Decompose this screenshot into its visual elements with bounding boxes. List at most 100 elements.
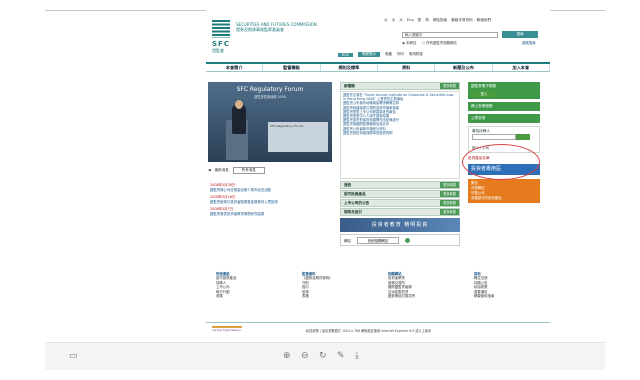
download-icon[interactable]: ⤓ bbox=[355, 351, 359, 361]
font-size-small-link[interactable]: 大 bbox=[384, 18, 388, 23]
nav-rules[interactable]: 規則及標準 bbox=[321, 64, 378, 71]
footer-link[interactable]: 表格 bbox=[302, 294, 378, 298]
font-size-large-link[interactable]: 大 bbox=[399, 18, 403, 23]
zoom-out-icon[interactable]: ⊖ bbox=[301, 351, 309, 361]
traditional-chinese-link[interactable]: 繁 bbox=[418, 18, 422, 23]
scope-radio-all[interactable]: ○ 所有證監會相關網站 bbox=[422, 40, 457, 45]
rotate-icon[interactable]: ↻ bbox=[319, 351, 327, 361]
print-link[interactable]: 列印 bbox=[397, 52, 404, 57]
utility-row: RSS 電郵提示 收藏 列印 常用詞彙 bbox=[338, 52, 423, 57]
e-services-title: 證監會電子服務 bbox=[471, 84, 497, 88]
banner-nav: ◀ 最新消息 所有消息 bbox=[208, 166, 332, 174]
save-icon[interactable]: ▭ bbox=[69, 351, 78, 361]
search-input[interactable]: 輸入關鍵字 bbox=[402, 32, 498, 38]
footer-col-other: 其他 職位空缺 採購公告 私隱政策 重要通告 網頁使用指南 bbox=[464, 272, 550, 298]
scope-site-label: 本網站 bbox=[406, 41, 417, 45]
logo-bars-icon bbox=[212, 20, 230, 38]
public-register-box[interactable]: 公眾查冊 bbox=[468, 114, 540, 123]
nav-regulatory[interactable]: 監管職能 bbox=[263, 64, 321, 71]
press-release-title: 新聞稿 bbox=[344, 84, 355, 88]
nav-info[interactable]: 資料 bbox=[378, 64, 436, 71]
news-type-select[interactable]: 所有消息 bbox=[232, 166, 265, 174]
news-link[interactable]: 證監會與公司註冊處合辦十周年紀念活動 bbox=[210, 188, 332, 193]
section-title: 認可投資產品 bbox=[344, 192, 366, 196]
news-link[interactable]: 證監會發表投資者教育專題研究結果 bbox=[210, 212, 332, 217]
footer-link[interactable]: 網頁使用指南 bbox=[474, 294, 550, 298]
sfc-logo[interactable]: SFC 證監會 bbox=[212, 20, 230, 58]
footer-col-related: 相關網站 投資者教育 香港交易所 國際證監會組織 亞洲區委員會 證券業檢討委員會 bbox=[378, 272, 464, 298]
footer-col-regulatory: 監管資料 《證券及期貨條例》 守則 指引 諮詢 表格 bbox=[292, 272, 378, 298]
warning-link[interactable]: 未獲認可的投資產品 bbox=[471, 196, 537, 201]
nav-careers[interactable]: 加入本會 bbox=[493, 64, 550, 71]
section-header-announcements[interactable]: 上市公司的公告 更多新聞 bbox=[340, 199, 460, 207]
edit-icon[interactable]: ✎ bbox=[337, 351, 345, 361]
highlight-circle bbox=[462, 144, 540, 180]
scope-radio-site[interactable]: ◉ 本網站 bbox=[402, 40, 416, 45]
simplified-chinese-link[interactable]: 简 bbox=[425, 18, 429, 23]
logo-text: SFC bbox=[212, 40, 230, 48]
site-map-link[interactable]: 網站指南 bbox=[433, 18, 447, 23]
more-news-button[interactable]: 更多新聞 bbox=[440, 83, 459, 89]
org-name-chinese: 證券及期貨事務監察委員會 bbox=[236, 27, 284, 32]
search-button[interactable]: 搜尋 bbox=[502, 31, 538, 38]
more-button[interactable]: 更多新聞 bbox=[440, 200, 459, 206]
related-sites-row: 網站 其他相關網站 bbox=[340, 234, 460, 246]
viewer-toolbar: ▭ ⊕ ⊖ ↻ ✎ ⤓ bbox=[45, 342, 605, 370]
logo-chinese-text: 證監會 bbox=[212, 48, 224, 53]
contact-us-link[interactable]: 聯絡我們 bbox=[477, 18, 491, 23]
go-icon[interactable] bbox=[405, 237, 411, 243]
footer-link[interactable]: 證券業檢討委員會 bbox=[388, 294, 464, 298]
banner-nav-label: 最新消息 bbox=[214, 167, 229, 172]
font-size-medium-link[interactable]: 大 bbox=[392, 18, 396, 23]
footer-link[interactable]: 收購 bbox=[216, 294, 292, 298]
right-column: 證監會電子服務 登入 網上查冊服務 公眾查冊 尋找持牌人 個人 / 公司 投資產… bbox=[468, 82, 540, 203]
footer-col-quick: 快速連結 認可投資產品 持牌人 上市公司 執行行動 收購 bbox=[206, 272, 292, 298]
glossary-link[interactable]: 常用詞彙 bbox=[409, 52, 423, 57]
more-button[interactable]: 更多新聞 bbox=[440, 182, 459, 188]
sfc-homepage: SFC 證監會 SECURITIES AND FUTURES COMMISSIO… bbox=[206, 10, 550, 349]
section-header-rules[interactable]: 規則及指引 更多新聞 bbox=[340, 208, 460, 216]
press-item[interactable]: 證監會就投資者保障事宜發表聲明 bbox=[343, 131, 457, 135]
banner-backdrop: SFC Regulatory Forum bbox=[268, 122, 328, 152]
section-title: 通告 bbox=[344, 183, 352, 187]
bookmark-link[interactable]: 收藏 bbox=[385, 52, 392, 57]
more-button[interactable]: 更多新聞 bbox=[440, 209, 459, 215]
licensee-search-input[interactable] bbox=[472, 134, 516, 140]
nav-about[interactable]: 本會簡介 bbox=[206, 64, 264, 71]
related-sites-label: 網站 bbox=[344, 238, 351, 243]
online-register-box[interactable]: 網上查冊服務 bbox=[468, 102, 540, 111]
forum-banner[interactable]: SFC Regulatory Forum 證監會監管論壇 2008 SFC Re… bbox=[208, 82, 332, 162]
warning-box: 警告 可疑網站 可疑公司 未獲認可的投資產品 bbox=[468, 179, 540, 203]
investor-education-banner[interactable]: 投資者教育 精明投資 bbox=[340, 218, 460, 232]
zoom-in-icon[interactable]: ⊕ bbox=[283, 351, 291, 361]
top-links: 大 大 大 Eng 繁 简 網站指南 聯絡本會資料 聯絡我們 bbox=[384, 18, 491, 23]
backdrop-text: SFC Regulatory Forum bbox=[270, 124, 304, 128]
speaker-head bbox=[235, 100, 243, 109]
section-title: 上市公司的公告 bbox=[344, 201, 370, 205]
org-name: SECURITIES AND FUTURES COMMISSION 證券及期貨事… bbox=[236, 22, 336, 32]
back-arrow-icon[interactable]: ◀ bbox=[208, 168, 211, 172]
rss-button[interactable]: RSS bbox=[338, 52, 353, 57]
news-link[interactable]: 證監會就修訂投資者賠償基金徵費向公眾諮詢 bbox=[210, 200, 332, 205]
more-button[interactable]: 更多新聞 bbox=[440, 191, 459, 197]
advanced-search-link[interactable]: 進階搜尋 bbox=[522, 40, 536, 45]
contact-info-link[interactable]: 聯絡本會資料 bbox=[451, 18, 473, 23]
footer-notice: 私隱政策 | 最佳瀏覽模式 1024 x 768 解像度並使用 Internet… bbox=[306, 329, 432, 333]
licensee-search-button[interactable] bbox=[516, 134, 530, 140]
e-services-box[interactable]: 證監會電子服務 登入 bbox=[468, 82, 540, 99]
left-news-list: 2008年5月28日 證監會與公司註冊處合辦十周年紀念活動 2008年5月16日… bbox=[210, 180, 332, 217]
nav-news[interactable]: 新聞及公布 bbox=[435, 64, 493, 71]
login-button[interactable]: 登入 bbox=[471, 91, 497, 97]
press-item[interactable]: 證監會主席在 "South Annual Institute on Corpor… bbox=[343, 93, 457, 101]
press-release-header[interactable]: 新聞稿 更多新聞 bbox=[340, 82, 460, 90]
english-link[interactable]: Eng bbox=[407, 18, 414, 23]
email-alert-button[interactable]: 電郵提示 bbox=[357, 52, 380, 57]
main-nav: 本會簡介 監管職能 規則及標準 資料 新聞及公布 加入本會 bbox=[206, 62, 550, 72]
section-header-products[interactable]: 認可投資產品 更多新聞 bbox=[340, 190, 460, 198]
section-header-notices[interactable]: 通告 更多新聞 bbox=[340, 181, 460, 189]
search-scope-options: ◉ 本網站 ○ 所有證監會相關網站 bbox=[402, 40, 457, 45]
center-panel: 新聞稿 更多新聞 證監會主席在 "South Annual Institute … bbox=[340, 82, 460, 246]
scope-all-label: 所有證監會相關網站 bbox=[426, 41, 457, 45]
related-sites-select[interactable]: 其他相關網站 bbox=[356, 236, 400, 244]
footer-links: 快速連結 認可投資產品 持牌人 上市公司 執行行動 收購 監管資料 《證券及期貨… bbox=[206, 272, 550, 298]
